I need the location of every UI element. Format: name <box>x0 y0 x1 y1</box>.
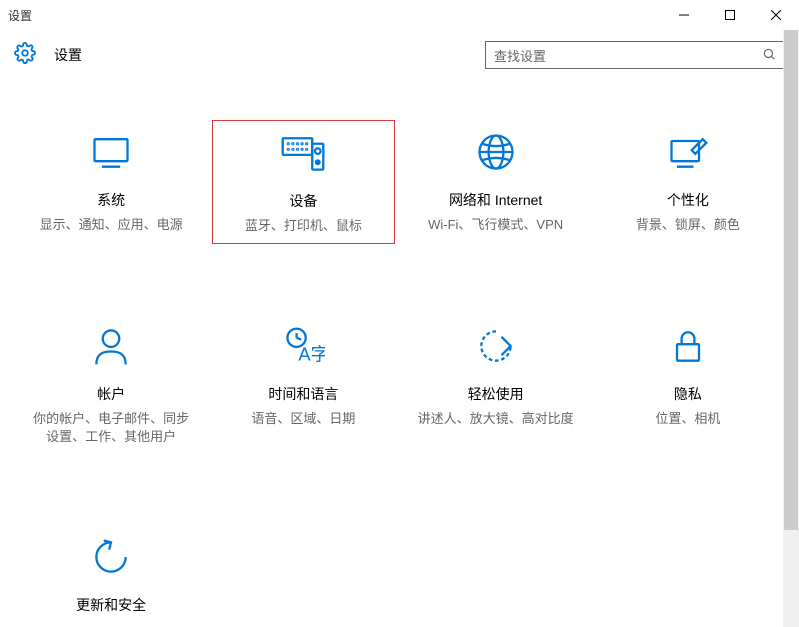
search-placeholder: 查找设置 <box>494 46 546 65</box>
maximize-button[interactable] <box>707 0 753 30</box>
tile-desc: 显示、通知、应用、电源 <box>40 216 183 234</box>
close-button[interactable] <box>753 0 799 30</box>
titlebar: 设置 <box>0 0 799 30</box>
tile-devices[interactable]: 设备 蓝牙、打印机、鼠标 <box>212 120 394 244</box>
minimize-button[interactable] <box>661 0 707 30</box>
tile-privacy[interactable]: 隐私 位置、相机 <box>597 314 779 454</box>
tile-title: 时间和语言 <box>268 384 338 404</box>
tile-ease-of-access[interactable]: 轻松使用 讲述人、放大镜、高对比度 <box>405 314 587 454</box>
page-title: 设置 <box>54 45 82 65</box>
header-left: 设置 <box>14 42 82 69</box>
tile-desc: 位置、相机 <box>655 410 720 428</box>
tile-desc: 语音、区域、日期 <box>251 410 355 428</box>
lock-icon <box>664 322 712 370</box>
tile-title: 更新和安全 <box>76 595 146 615</box>
tile-accounts[interactable]: 帐户 你的帐户、电子邮件、同步设置、工作、其他用户 <box>20 314 202 454</box>
time-language-icon: A字 <box>279 322 327 370</box>
tile-title: 个性化 <box>667 190 709 210</box>
tile-desc: Wi-Fi、飞行模式、VPN <box>428 216 563 234</box>
update-icon <box>87 533 135 581</box>
scrollbar-thumb[interactable] <box>784 30 798 530</box>
tile-time-language[interactable]: A字 时间和语言 语音、区域、日期 <box>212 314 394 454</box>
tile-system[interactable]: 系统 显示、通知、应用、电源 <box>20 120 202 244</box>
personalize-icon <box>664 128 712 176</box>
display-icon <box>87 128 135 176</box>
gear-icon <box>14 42 36 69</box>
tile-desc: 你的帐户、电子邮件、同步设置、工作、其他用户 <box>31 410 191 446</box>
globe-icon <box>472 128 520 176</box>
search-input[interactable]: 查找设置 <box>485 41 785 69</box>
tile-title: 轻松使用 <box>468 384 524 404</box>
devices-icon <box>279 129 327 177</box>
svg-text:A字: A字 <box>299 344 326 365</box>
header: 设置 查找设置 <box>0 30 799 80</box>
tile-personalization[interactable]: 个性化 背景、锁屏、颜色 <box>597 120 779 244</box>
tiles-grid: 系统 显示、通知、应用、电源 设备 蓝牙、打印机、鼠标 网络和 Internet <box>0 80 799 627</box>
tile-desc: 讲述人、放大镜、高对比度 <box>418 410 574 428</box>
ease-icon <box>472 322 520 370</box>
vertical-scrollbar[interactable] <box>783 30 799 627</box>
window-title: 设置 <box>8 7 32 24</box>
tile-network[interactable]: 网络和 Internet Wi-Fi、飞行模式、VPN <box>405 120 587 244</box>
tile-desc: 背景、锁屏、颜色 <box>636 216 740 234</box>
tile-title: 系统 <box>97 190 125 210</box>
search-icon <box>762 47 776 64</box>
tile-update-security[interactable]: 更新和安全 <box>20 525 202 627</box>
window-controls <box>661 0 799 30</box>
tile-title: 网络和 Internet <box>449 190 542 210</box>
tile-desc: 蓝牙、打印机、鼠标 <box>245 217 362 235</box>
tile-title: 隐私 <box>674 384 702 404</box>
tile-title: 设备 <box>289 191 317 211</box>
tile-title: 帐户 <box>97 384 125 404</box>
user-icon <box>87 322 135 370</box>
